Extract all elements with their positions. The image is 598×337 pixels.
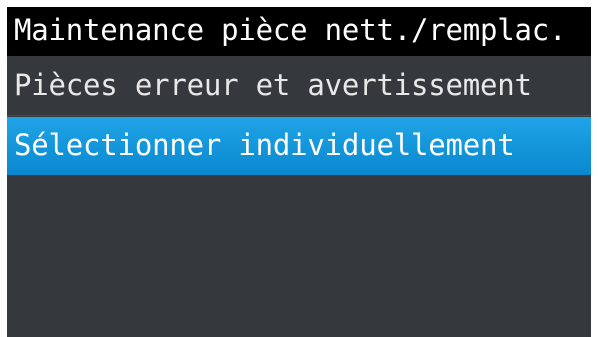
empty-list-area [7, 175, 591, 337]
lcd-screen: Maintenance pièce nett./remplac. Pièces … [7, 7, 591, 337]
menu-item-error-warning-parts[interactable]: Pièces erreur et avertissement [7, 56, 591, 116]
screen-title: Maintenance pièce nett./remplac. [7, 7, 591, 56]
menu-item-select-individually[interactable]: Sélectionner individuellement [7, 117, 591, 175]
